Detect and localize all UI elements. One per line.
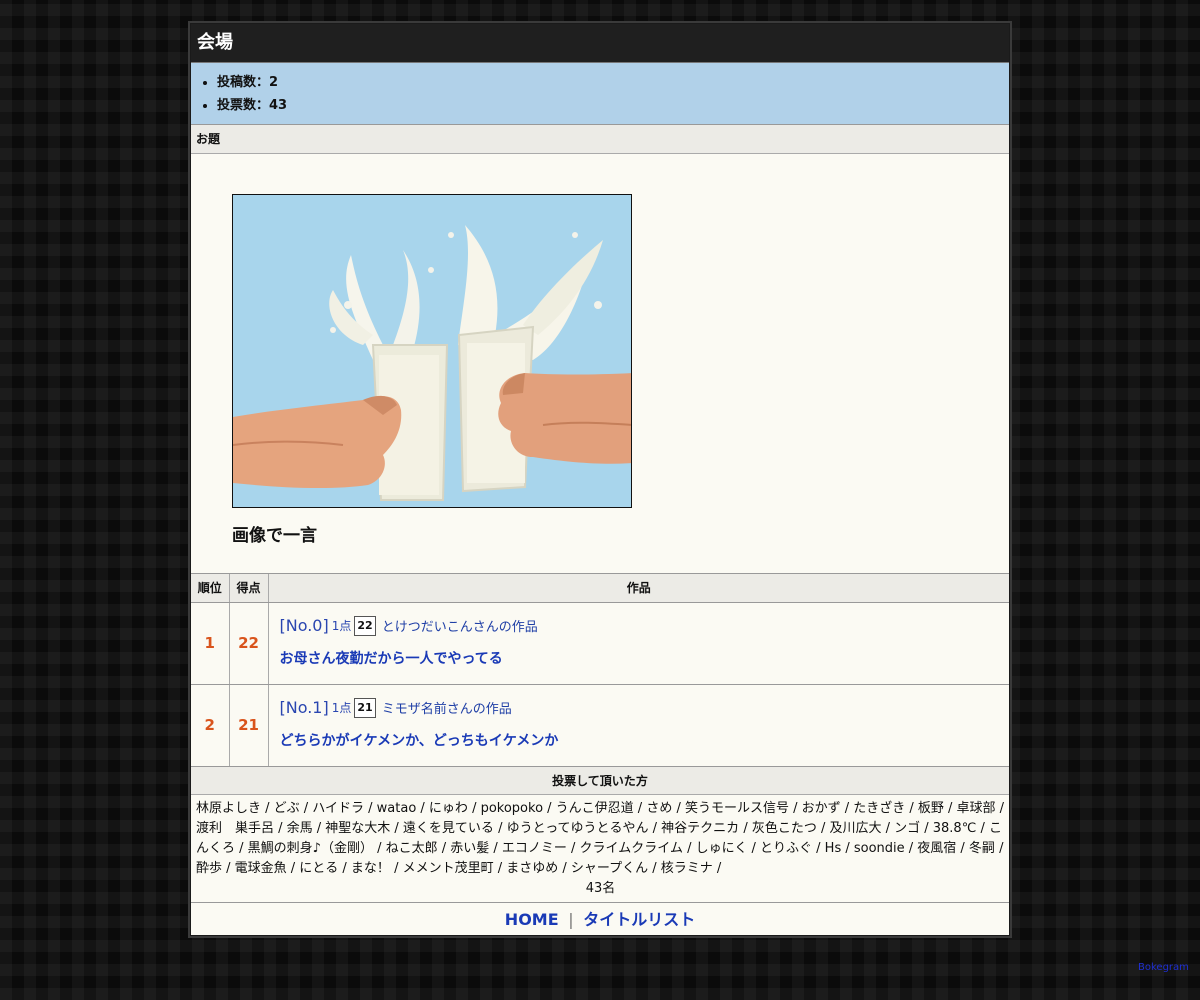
footer-nav: HOME | タイトルリスト xyxy=(191,903,1009,936)
score-value: 22 xyxy=(229,602,269,685)
work-cell: [No.1] 1点 21 ミモザ名前さんの作品 どちらかがイケメンか、どっちもイ… xyxy=(268,684,1010,767)
entry-title-link[interactable]: どちらかがイケメンか、どっちもイケメンか xyxy=(280,730,1010,750)
voters-section-label: 投票して頂いた方 xyxy=(191,766,1009,795)
theme-caption: 画像で一言 xyxy=(232,526,317,546)
table-row: 1 22 [No.0] 1点 22 とけつだいこんさんの作品 お母さん夜勤だから… xyxy=(191,602,1010,685)
points-box: 22 xyxy=(354,615,376,636)
points-box: 21 xyxy=(354,697,376,718)
score-header: 得点 xyxy=(229,574,269,603)
entry-number-link[interactable]: [No.1] xyxy=(280,698,329,717)
title-list-link[interactable]: タイトルリスト xyxy=(583,910,695,929)
venue-stats: 投稿数：2 投票数：43 xyxy=(191,62,1009,125)
voters-list: 林原よしき / どぶ / ハイドラ / watao / にゅわ / pokopo… xyxy=(191,795,1009,903)
rank-value: 2 xyxy=(191,684,230,767)
rank-value: 1 xyxy=(191,602,230,685)
site-credit-link[interactable]: Bokegram xyxy=(1138,962,1189,973)
main-frame: 会場 投稿数：2 投票数：43 お題 xyxy=(188,21,1012,938)
theme-area: 画像で一言 xyxy=(191,154,1009,574)
author-link[interactable]: ミモザ名前さんの作品 xyxy=(382,698,512,717)
theme-section-label: お題 xyxy=(191,125,1009,154)
home-link[interactable]: HOME xyxy=(505,910,559,929)
entry-number-link[interactable]: [No.0] xyxy=(280,616,329,635)
table-row: 2 21 [No.1] 1点 21 ミモザ名前さんの作品 どちらかがイケメンか、… xyxy=(191,684,1010,767)
venue-title: 会場 xyxy=(191,24,1009,62)
nav-separator: | xyxy=(568,909,574,929)
voter-names: 林原よしき / どぶ / ハイドラ / watao / にゅわ / pokopo… xyxy=(196,800,1005,876)
venue-panel: 会場 投稿数：2 投票数：43 お題 xyxy=(190,23,1010,936)
work-header: 作品 xyxy=(268,574,1009,603)
milk-toast-image xyxy=(233,195,631,507)
voter-count: 43名 xyxy=(585,880,616,896)
theme-photo xyxy=(232,194,632,508)
entry-meta: [No.0] 1点 22 とけつだいこんさんの作品 xyxy=(280,615,1010,637)
author-link[interactable]: とけつだいこんさんの作品 xyxy=(382,616,538,635)
post-count: 投稿数：2 xyxy=(217,71,1009,94)
rank-header: 順位 xyxy=(191,574,230,603)
score-value: 21 xyxy=(229,684,269,767)
entry-title-link[interactable]: お母さん夜勤だから一人でやってる xyxy=(280,648,1010,668)
vote-count: 投票数：43 xyxy=(217,94,1009,117)
entry-meta: [No.1] 1点 21 ミモザ名前さんの作品 xyxy=(280,697,1010,719)
ranking-header-row: 順位 得点 作品 xyxy=(191,574,1009,603)
ranking-table: 順位 得点 作品 1 22 [No.0] 1点 22 とけつだいこんさんの作品 … xyxy=(191,574,1009,767)
points-label: 1点 xyxy=(331,701,352,715)
points-label: 1点 xyxy=(331,619,352,633)
work-cell: [No.0] 1点 22 とけつだいこんさんの作品 お母さん夜勤だから一人でやっ… xyxy=(268,602,1010,685)
